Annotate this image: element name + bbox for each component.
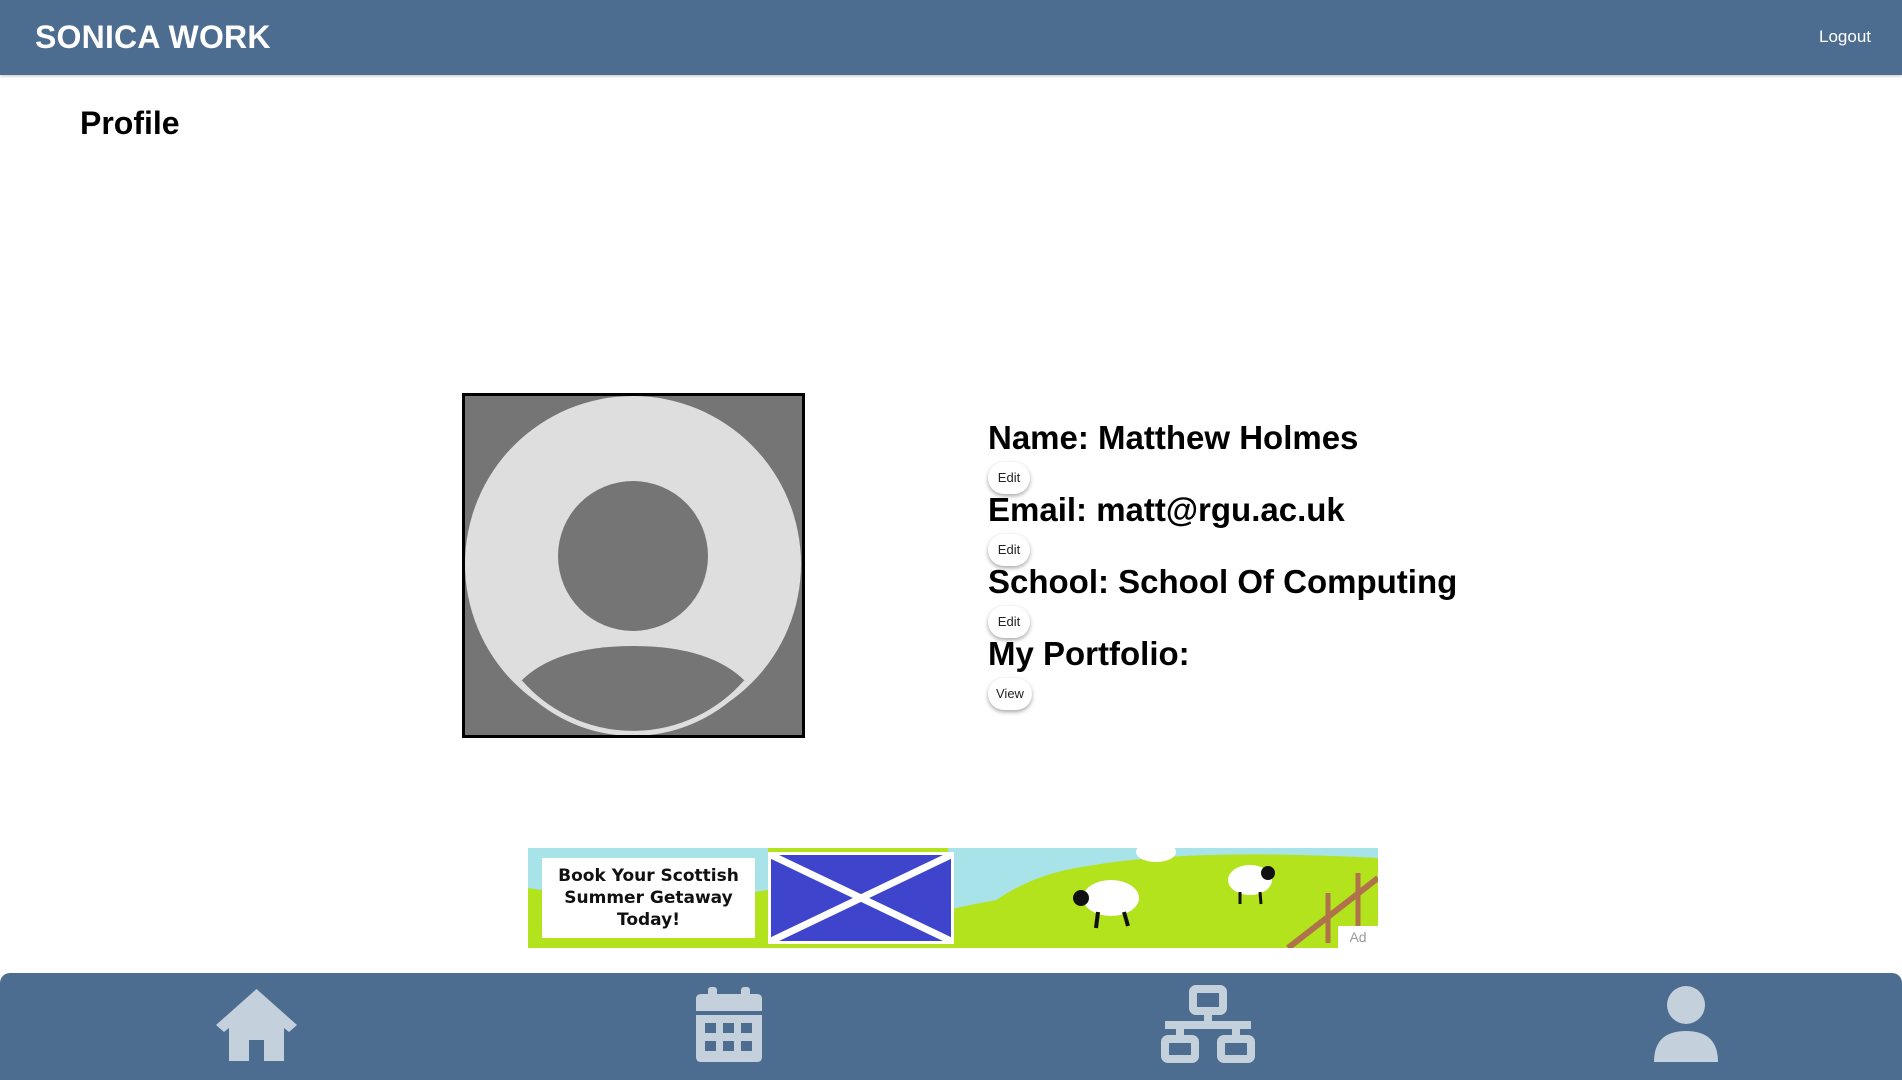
top-bar: SONICA WORK Logout — [0, 0, 1902, 75]
calendar-icon — [696, 987, 762, 1062]
profile-avatar — [462, 393, 805, 738]
nav-calendar[interactable] — [694, 985, 764, 1063]
app-brand[interactable]: SONICA WORK — [35, 17, 271, 57]
bottom-nav — [0, 973, 1902, 1080]
nav-profile[interactable] — [1652, 985, 1720, 1063]
profile-email: Email: matt@rgu.ac.uk — [988, 491, 1345, 528]
profile-name: Name: Matthew Holmes — [988, 419, 1359, 456]
ad-label: Ad — [1338, 926, 1378, 948]
ad-banner[interactable]: Book Your Scottish Summer Getaway Today!… — [528, 848, 1378, 948]
default-avatar-icon — [465, 396, 802, 735]
logout-link[interactable]: Logout — [1819, 27, 1871, 47]
home-icon — [216, 989, 297, 1061]
network-icon — [1161, 985, 1255, 1063]
nav-network[interactable] — [1161, 985, 1255, 1063]
profile-portfolio: My Portfolio: — [988, 635, 1190, 672]
user-icon — [1654, 986, 1718, 1062]
page-title: Profile — [80, 105, 180, 141]
profile-school: School: School Of Computing — [988, 563, 1458, 600]
scottish-flag — [768, 851, 954, 945]
nav-home[interactable] — [214, 985, 299, 1063]
view-portfolio-button[interactable]: View — [988, 678, 1032, 710]
ad-headline[interactable]: Book Your Scottish Summer Getaway Today! — [542, 858, 755, 938]
